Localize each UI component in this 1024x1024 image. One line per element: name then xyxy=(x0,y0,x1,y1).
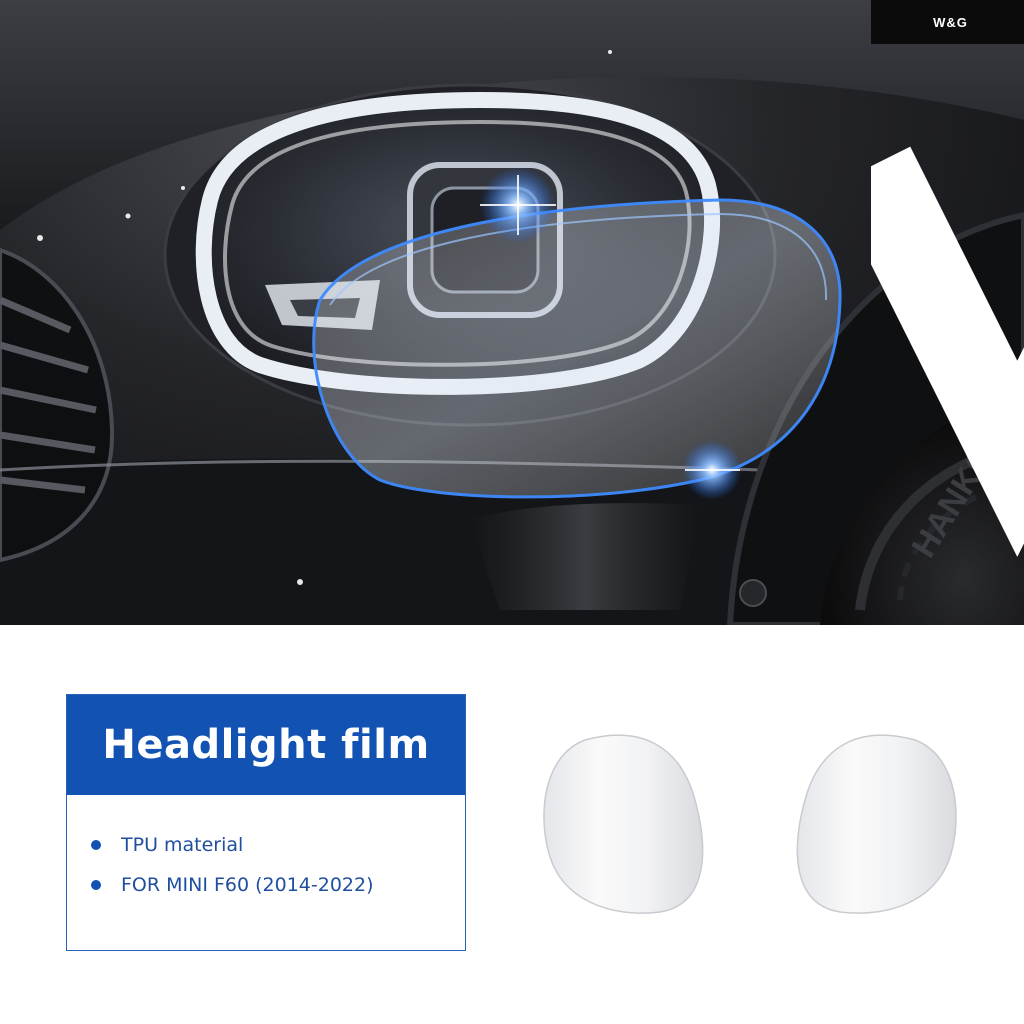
feature-text: TPU material xyxy=(121,834,244,856)
product-info-card: Headlight film TPU material FOR MINI F60… xyxy=(66,694,466,951)
film-piece-right xyxy=(796,734,957,914)
brand-badge: W&G xyxy=(871,0,1024,557)
film-pieces xyxy=(530,720,970,930)
title-bar: Headlight film xyxy=(67,695,465,795)
film-piece-left xyxy=(543,734,704,914)
bullet-dot-icon xyxy=(91,840,101,850)
product-title: Headlight film xyxy=(102,722,430,768)
feature-item: FOR MINI F60 (2014-2022) xyxy=(91,865,465,905)
bullet-dot-icon xyxy=(91,880,101,890)
feature-text: FOR MINI F60 (2014-2022) xyxy=(121,874,374,896)
product-photo: HANKOOK W&G xyxy=(0,0,1024,625)
feature-list: TPU material FOR MINI F60 (2014-2022) xyxy=(67,795,465,905)
feature-item: TPU material xyxy=(91,825,465,865)
